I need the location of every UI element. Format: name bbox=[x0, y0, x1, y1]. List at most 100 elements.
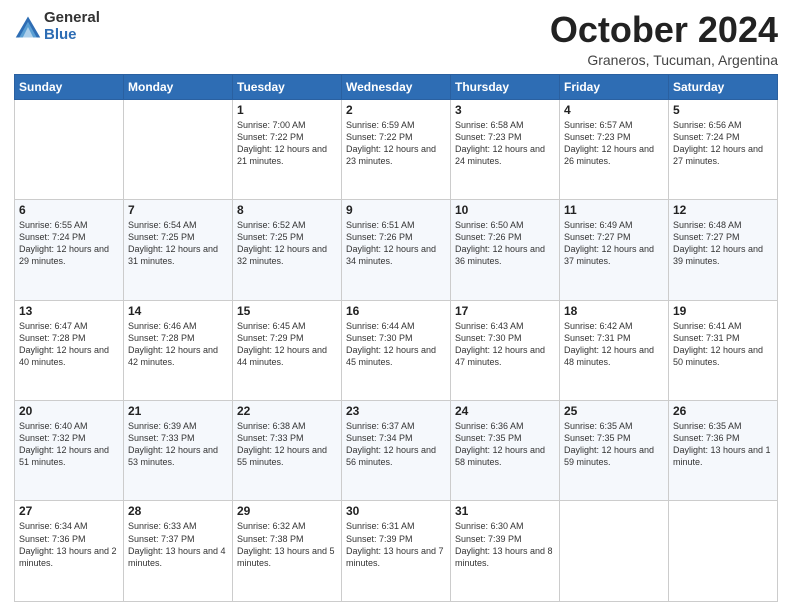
day-info: Sunrise: 6:58 AM Sunset: 7:23 PM Dayligh… bbox=[455, 119, 555, 168]
day-info: Sunrise: 6:39 AM Sunset: 7:33 PM Dayligh… bbox=[128, 420, 228, 469]
day-number: 14 bbox=[128, 304, 228, 318]
calendar-header-row: Sunday Monday Tuesday Wednesday Thursday… bbox=[15, 74, 778, 99]
calendar-cell: 19 Sunrise: 6:41 AM Sunset: 7:31 PM Dayli… bbox=[669, 300, 778, 400]
day-info: Sunrise: 6:48 AM Sunset: 7:27 PM Dayligh… bbox=[673, 219, 773, 268]
day-info: Sunrise: 6:57 AM Sunset: 7:23 PM Dayligh… bbox=[564, 119, 664, 168]
col-sunday: Sunday bbox=[15, 74, 124, 99]
day-number: 29 bbox=[237, 504, 337, 518]
calendar-table: Sunday Monday Tuesday Wednesday Thursday… bbox=[14, 74, 778, 602]
day-info: Sunrise: 6:37 AM Sunset: 7:34 PM Dayligh… bbox=[346, 420, 446, 469]
calendar-cell: 23 Sunrise: 6:37 AM Sunset: 7:34 PM Dayli… bbox=[342, 401, 451, 501]
week-row-1: 1 Sunrise: 7:00 AM Sunset: 7:22 PM Daylig… bbox=[15, 99, 778, 199]
calendar-cell bbox=[669, 501, 778, 602]
day-info: Sunrise: 6:38 AM Sunset: 7:33 PM Dayligh… bbox=[237, 420, 337, 469]
calendar-cell bbox=[124, 99, 233, 199]
day-number: 17 bbox=[455, 304, 555, 318]
calendar-cell: 21 Sunrise: 6:39 AM Sunset: 7:33 PM Dayli… bbox=[124, 401, 233, 501]
calendar-cell: 8 Sunrise: 6:52 AM Sunset: 7:25 PM Daylig… bbox=[233, 200, 342, 300]
day-number: 26 bbox=[673, 404, 773, 418]
day-info: Sunrise: 6:47 AM Sunset: 7:28 PM Dayligh… bbox=[19, 320, 119, 369]
day-number: 23 bbox=[346, 404, 446, 418]
day-number: 22 bbox=[237, 404, 337, 418]
calendar-cell: 28 Sunrise: 6:33 AM Sunset: 7:37 PM Dayli… bbox=[124, 501, 233, 602]
calendar-cell: 12 Sunrise: 6:48 AM Sunset: 7:27 PM Dayli… bbox=[669, 200, 778, 300]
title-block: October 2024 Graneros, Tucuman, Argentin… bbox=[550, 10, 778, 68]
day-info: Sunrise: 6:49 AM Sunset: 7:27 PM Dayligh… bbox=[564, 219, 664, 268]
day-number: 31 bbox=[455, 504, 555, 518]
col-friday: Friday bbox=[560, 74, 669, 99]
col-saturday: Saturday bbox=[669, 74, 778, 99]
day-number: 9 bbox=[346, 203, 446, 217]
location-subtitle: Graneros, Tucuman, Argentina bbox=[550, 52, 778, 68]
day-number: 19 bbox=[673, 304, 773, 318]
day-number: 6 bbox=[19, 203, 119, 217]
day-number: 8 bbox=[237, 203, 337, 217]
day-info: Sunrise: 6:41 AM Sunset: 7:31 PM Dayligh… bbox=[673, 320, 773, 369]
calendar-cell: 25 Sunrise: 6:35 AM Sunset: 7:35 PM Dayli… bbox=[560, 401, 669, 501]
day-number: 18 bbox=[564, 304, 664, 318]
day-number: 16 bbox=[346, 304, 446, 318]
calendar-cell: 7 Sunrise: 6:54 AM Sunset: 7:25 PM Daylig… bbox=[124, 200, 233, 300]
logo-icon bbox=[14, 13, 42, 41]
calendar-cell bbox=[15, 99, 124, 199]
day-info: Sunrise: 6:35 AM Sunset: 7:36 PM Dayligh… bbox=[673, 420, 773, 469]
day-number: 20 bbox=[19, 404, 119, 418]
day-info: Sunrise: 6:54 AM Sunset: 7:25 PM Dayligh… bbox=[128, 219, 228, 268]
calendar-cell: 27 Sunrise: 6:34 AM Sunset: 7:36 PM Dayli… bbox=[15, 501, 124, 602]
calendar-cell: 24Sunrise: 6:36 AM Sunset: 7:35 PM Dayli… bbox=[451, 401, 560, 501]
day-info: Sunrise: 6:30 AM Sunset: 7:39 PM Dayligh… bbox=[455, 520, 555, 569]
calendar-cell: 31 Sunrise: 6:30 AM Sunset: 7:39 PM Dayli… bbox=[451, 501, 560, 602]
day-info: Sunrise: 6:33 AM Sunset: 7:37 PM Dayligh… bbox=[128, 520, 228, 569]
calendar-cell: 5Sunrise: 6:56 AM Sunset: 7:24 PM Daylig… bbox=[669, 99, 778, 199]
day-info: Sunrise: 6:46 AM Sunset: 7:28 PM Dayligh… bbox=[128, 320, 228, 369]
calendar-cell: 26 Sunrise: 6:35 AM Sunset: 7:36 PM Dayli… bbox=[669, 401, 778, 501]
day-number: 12 bbox=[673, 203, 773, 217]
day-number: 4 bbox=[564, 103, 664, 117]
month-title: October 2024 bbox=[550, 10, 778, 50]
week-row-3: 13Sunrise: 6:47 AM Sunset: 7:28 PM Dayli… bbox=[15, 300, 778, 400]
calendar-cell: 6Sunrise: 6:55 AM Sunset: 7:24 PM Daylig… bbox=[15, 200, 124, 300]
calendar-cell: 13Sunrise: 6:47 AM Sunset: 7:28 PM Dayli… bbox=[15, 300, 124, 400]
calendar-cell: 14 Sunrise: 6:46 AM Sunset: 7:28 PM Dayli… bbox=[124, 300, 233, 400]
col-monday: Monday bbox=[124, 74, 233, 99]
calendar-cell: 30 Sunrise: 6:31 AM Sunset: 7:39 PM Dayli… bbox=[342, 501, 451, 602]
day-number: 5 bbox=[673, 103, 773, 117]
day-number: 1 bbox=[237, 103, 337, 117]
calendar-cell: 4 Sunrise: 6:57 AM Sunset: 7:23 PM Daylig… bbox=[560, 99, 669, 199]
week-row-4: 20Sunrise: 6:40 AM Sunset: 7:32 PM Dayli… bbox=[15, 401, 778, 501]
day-info: Sunrise: 6:31 AM Sunset: 7:39 PM Dayligh… bbox=[346, 520, 446, 569]
calendar-cell bbox=[560, 501, 669, 602]
day-info: Sunrise: 6:52 AM Sunset: 7:25 PM Dayligh… bbox=[237, 219, 337, 268]
day-info: Sunrise: 6:35 AM Sunset: 7:35 PM Dayligh… bbox=[564, 420, 664, 469]
day-number: 27 bbox=[19, 504, 119, 518]
day-info: Sunrise: 6:51 AM Sunset: 7:26 PM Dayligh… bbox=[346, 219, 446, 268]
calendar-cell: 9 Sunrise: 6:51 AM Sunset: 7:26 PM Daylig… bbox=[342, 200, 451, 300]
day-info: Sunrise: 7:00 AM Sunset: 7:22 PM Dayligh… bbox=[237, 119, 337, 168]
calendar-cell: 1 Sunrise: 7:00 AM Sunset: 7:22 PM Daylig… bbox=[233, 99, 342, 199]
col-wednesday: Wednesday bbox=[342, 74, 451, 99]
day-number: 21 bbox=[128, 404, 228, 418]
day-number: 7 bbox=[128, 203, 228, 217]
day-info: Sunrise: 6:59 AM Sunset: 7:22 PM Dayligh… bbox=[346, 119, 446, 168]
day-number: 10 bbox=[455, 203, 555, 217]
calendar-cell: 2Sunrise: 6:59 AM Sunset: 7:22 PM Daylig… bbox=[342, 99, 451, 199]
day-info: Sunrise: 6:34 AM Sunset: 7:36 PM Dayligh… bbox=[19, 520, 119, 569]
logo-text: General Blue bbox=[44, 10, 100, 43]
day-number: 24 bbox=[455, 404, 555, 418]
calendar-cell: 16Sunrise: 6:44 AM Sunset: 7:30 PM Dayli… bbox=[342, 300, 451, 400]
week-row-5: 27 Sunrise: 6:34 AM Sunset: 7:36 PM Dayli… bbox=[15, 501, 778, 602]
calendar-cell: 20Sunrise: 6:40 AM Sunset: 7:32 PM Dayli… bbox=[15, 401, 124, 501]
day-number: 30 bbox=[346, 504, 446, 518]
calendar-body: 1 Sunrise: 7:00 AM Sunset: 7:22 PM Daylig… bbox=[15, 99, 778, 601]
calendar-cell: 22 Sunrise: 6:38 AM Sunset: 7:33 PM Dayli… bbox=[233, 401, 342, 501]
day-info: Sunrise: 6:42 AM Sunset: 7:31 PM Dayligh… bbox=[564, 320, 664, 369]
header: General Blue October 2024 Graneros, Tucu… bbox=[14, 10, 778, 68]
col-tuesday: Tuesday bbox=[233, 74, 342, 99]
calendar-cell: 11Sunrise: 6:49 AM Sunset: 7:27 PM Dayli… bbox=[560, 200, 669, 300]
calendar-cell: 15Sunrise: 6:45 AM Sunset: 7:29 PM Dayli… bbox=[233, 300, 342, 400]
day-number: 28 bbox=[128, 504, 228, 518]
day-number: 25 bbox=[564, 404, 664, 418]
week-row-2: 6Sunrise: 6:55 AM Sunset: 7:24 PM Daylig… bbox=[15, 200, 778, 300]
day-number: 15 bbox=[237, 304, 337, 318]
calendar-cell: 10Sunrise: 6:50 AM Sunset: 7:26 PM Dayli… bbox=[451, 200, 560, 300]
